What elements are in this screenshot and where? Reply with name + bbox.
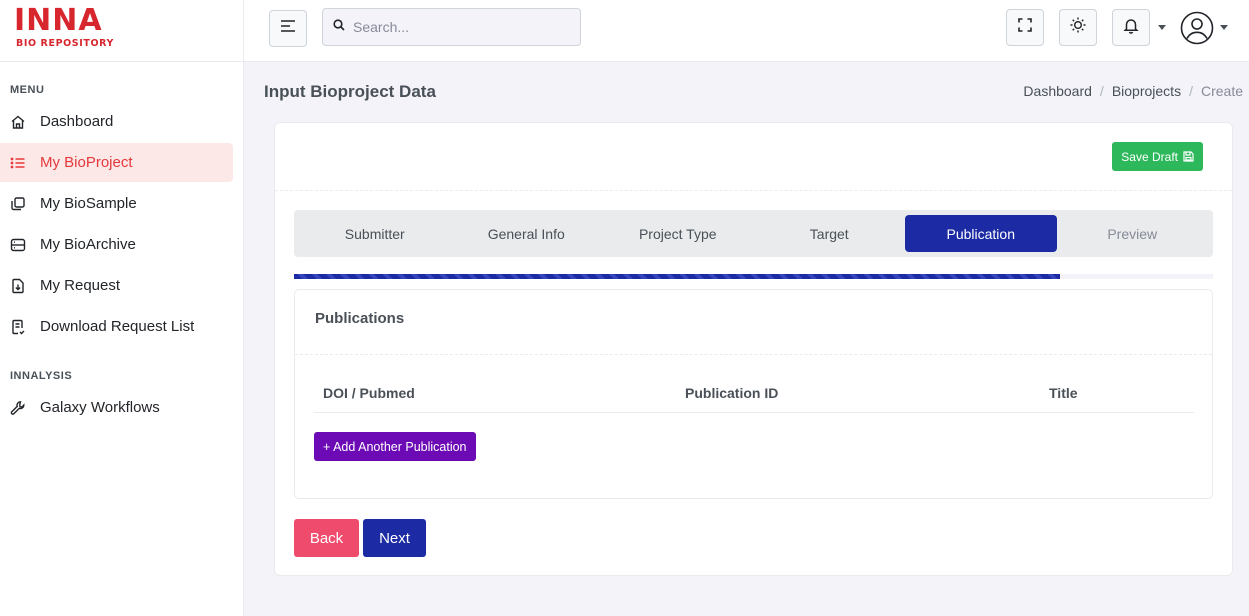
tab-publication[interactable]: Publication: [905, 215, 1057, 252]
tab-general-info[interactable]: General Info: [451, 215, 603, 252]
column-title: Title: [1049, 385, 1078, 401]
user-avatar[interactable]: [1180, 11, 1214, 45]
bell-icon: [1123, 17, 1139, 39]
home-icon: [10, 114, 26, 130]
wizard-progress-bar: [294, 274, 1213, 279]
tab-submitter[interactable]: Submitter: [299, 215, 451, 252]
tab-project-type[interactable]: Project Type: [602, 215, 754, 252]
sidebar-item-my-bioarchive[interactable]: My BioArchive: [0, 225, 233, 264]
sidebar-item-label: My BioArchive: [40, 236, 136, 253]
theme-toggle-button[interactable]: [1059, 9, 1097, 46]
chevron-down-icon[interactable]: [1220, 25, 1228, 30]
wizard-steps: Submitter General Info Project Type Targ…: [294, 210, 1213, 257]
page-title: Input Bioproject Data: [264, 82, 436, 101]
breadcrumb-bioprojects[interactable]: Bioprojects: [1112, 83, 1181, 99]
sidebar-item-my-biosample[interactable]: My BioSample: [0, 184, 233, 223]
card-header: Save Draft: [275, 123, 1232, 191]
brand-logo[interactable]: INNA BIO REPOSITORY: [0, 0, 243, 62]
list-icon: [10, 155, 26, 171]
file-list-icon: [10, 319, 26, 335]
topbar: [244, 0, 1249, 62]
save-draft-label: Save Draft: [1121, 149, 1178, 164]
sidebar-item-label: My BioProject: [40, 154, 133, 171]
copy-icon: [10, 196, 26, 212]
sidebar-item-galaxy-workflows[interactable]: Galaxy Workflows: [0, 388, 233, 427]
tab-preview[interactable]: Preview: [1057, 215, 1209, 252]
search-icon: [333, 18, 345, 36]
column-doi-pubmed: DOI / Pubmed: [323, 385, 415, 401]
breadcrumb-separator: /: [1189, 83, 1193, 99]
breadcrumb: Dashboard / Bioprojects / Create: [1023, 83, 1243, 99]
back-button[interactable]: Back: [294, 519, 359, 557]
sidebar-item-label: My Request: [40, 277, 121, 294]
sidebar-item-my-bioproject[interactable]: My BioProject: [0, 143, 233, 182]
publications-card: Publications DOI / Pubmed Publication ID…: [294, 289, 1213, 499]
innalysis-section-title: INNALYSIS: [10, 370, 73, 382]
sidebar-item-label: Dashboard: [40, 113, 114, 130]
search-input[interactable]: [353, 19, 563, 35]
bioproject-form-card: Save Draft Submitter General Info Projec…: [274, 122, 1233, 576]
next-button[interactable]: Next: [363, 519, 426, 557]
user-avatar-icon: [1180, 11, 1214, 49]
fullscreen-button[interactable]: [1006, 9, 1044, 46]
search-box[interactable]: [322, 8, 581, 46]
breadcrumb-current: Create: [1200, 83, 1243, 99]
sidebar-item-dashboard[interactable]: Dashboard: [0, 102, 233, 141]
chevron-down-icon[interactable]: [1158, 25, 1166, 30]
sidebar: INNA BIO REPOSITORY MENU Dashboard My Bi…: [0, 0, 244, 616]
file-download-icon: [10, 278, 26, 294]
save-draft-button[interactable]: Save Draft: [1112, 142, 1203, 171]
menu-toggle-button[interactable]: [269, 10, 307, 47]
notifications-button[interactable]: [1112, 9, 1150, 46]
sidebar-item-label: Galaxy Workflows: [40, 399, 160, 416]
sidebar-item-label: Download Request List: [40, 318, 195, 335]
sidebar-item-my-request[interactable]: My Request: [0, 266, 233, 305]
tab-target[interactable]: Target: [754, 215, 906, 252]
publications-table-header: DOI / Pubmed Publication ID Title: [314, 378, 1194, 413]
sidebar-item-download-request-list[interactable]: Download Request List: [0, 307, 233, 346]
logo-text: INNA: [14, 3, 103, 38]
sidebar-item-label: My BioSample: [40, 195, 137, 212]
publications-header: Publications: [295, 290, 1212, 355]
progress-fill: [294, 274, 1060, 279]
breadcrumb-separator: /: [1099, 83, 1104, 99]
menu-icon: [280, 19, 296, 38]
fullscreen-icon: [1017, 17, 1033, 38]
menu-section-title: MENU: [10, 84, 45, 96]
save-icon: [1183, 151, 1194, 162]
breadcrumb-dashboard[interactable]: Dashboard: [1023, 83, 1092, 99]
logo-subtitle: BIO REPOSITORY: [16, 38, 115, 49]
sun-icon: [1069, 16, 1087, 39]
wrench-icon: [10, 400, 26, 416]
add-another-publication-button[interactable]: + Add Another Publication: [314, 432, 476, 461]
column-publication-id: Publication ID: [685, 385, 779, 401]
archive-icon: [10, 237, 26, 253]
